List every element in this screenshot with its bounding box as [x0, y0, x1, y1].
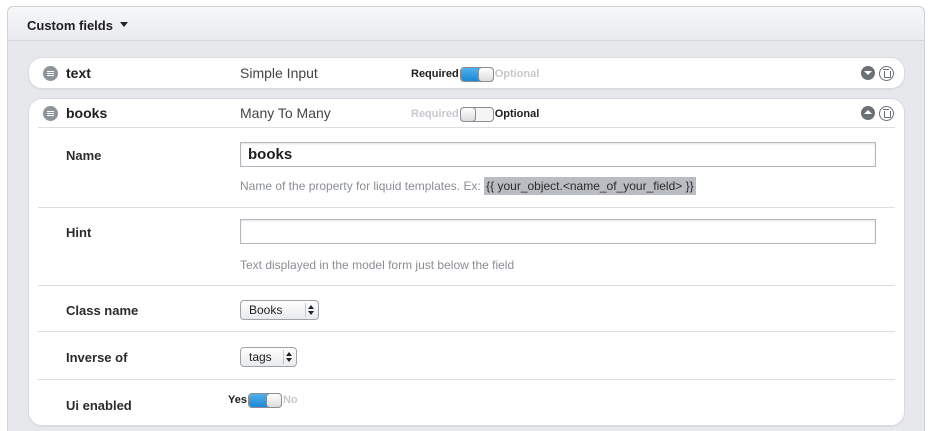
trash-icon[interactable]	[879, 66, 894, 81]
optional-label: Optional	[494, 68, 540, 80]
name-label: Name	[66, 148, 102, 163]
divider	[38, 207, 895, 208]
select-arrows-icon	[285, 351, 293, 363]
field-type: Many To Many	[240, 105, 331, 121]
hint-input[interactable]	[240, 219, 876, 244]
ui-enabled-toggle[interactable]: Yes No	[228, 392, 298, 408]
hint-label: Hint	[66, 225, 92, 240]
hint-hint-text: Text displayed in the model form just be…	[240, 258, 515, 272]
inverse-of-label: Inverse of	[66, 350, 128, 365]
drag-handle-icon[interactable]	[43, 106, 58, 121]
name-hint-code: {{ your_object.<name_of_your_field> }}	[484, 177, 696, 195]
name-hint: Name of the property for liquid template…	[240, 177, 696, 195]
divider	[38, 285, 895, 286]
select-arrows-icon	[307, 304, 315, 316]
name-hint-text: Name of the property for liquid template…	[240, 179, 481, 193]
toggle-switch[interactable]	[247, 392, 282, 408]
no-label: No	[282, 394, 298, 406]
field-row-books: books Many To Many Required Optional Nam…	[28, 98, 905, 426]
required-toggle[interactable]: Required Optional	[411, 106, 539, 122]
class-name-value: Books	[249, 303, 283, 317]
divider	[38, 379, 895, 380]
trash-icon[interactable]	[879, 106, 894, 121]
chevron-up-icon[interactable]	[861, 106, 875, 120]
panel-header[interactable]: Custom fields	[8, 7, 924, 41]
yes-label: Yes	[228, 394, 247, 406]
required-label: Required	[411, 68, 459, 80]
class-name-select[interactable]: Books	[240, 300, 319, 320]
field-name[interactable]: books	[66, 105, 107, 121]
optional-label: Optional	[494, 108, 540, 120]
drag-handle-icon[interactable]	[43, 66, 58, 81]
inverse-of-select[interactable]: tags	[240, 347, 297, 367]
field-name[interactable]: text	[66, 65, 91, 81]
required-toggle[interactable]: Required Optional	[411, 66, 539, 82]
ui-enabled-label: Ui enabled	[66, 398, 132, 413]
field-type: Simple Input	[240, 65, 318, 81]
divider	[38, 127, 895, 128]
field-row-text: text Simple Input Required Optional	[28, 57, 905, 89]
class-name-label: Class name	[66, 303, 139, 318]
chevron-down-icon[interactable]	[861, 66, 875, 80]
toggle-switch[interactable]	[459, 106, 494, 122]
caret-down-icon[interactable]	[120, 22, 128, 27]
inverse-of-value: tags	[249, 350, 272, 364]
required-label: Required	[411, 108, 459, 120]
toggle-switch[interactable]	[459, 66, 494, 82]
divider	[38, 331, 895, 332]
name-input[interactable]	[240, 142, 876, 167]
panel-title[interactable]: Custom fields	[27, 18, 113, 33]
